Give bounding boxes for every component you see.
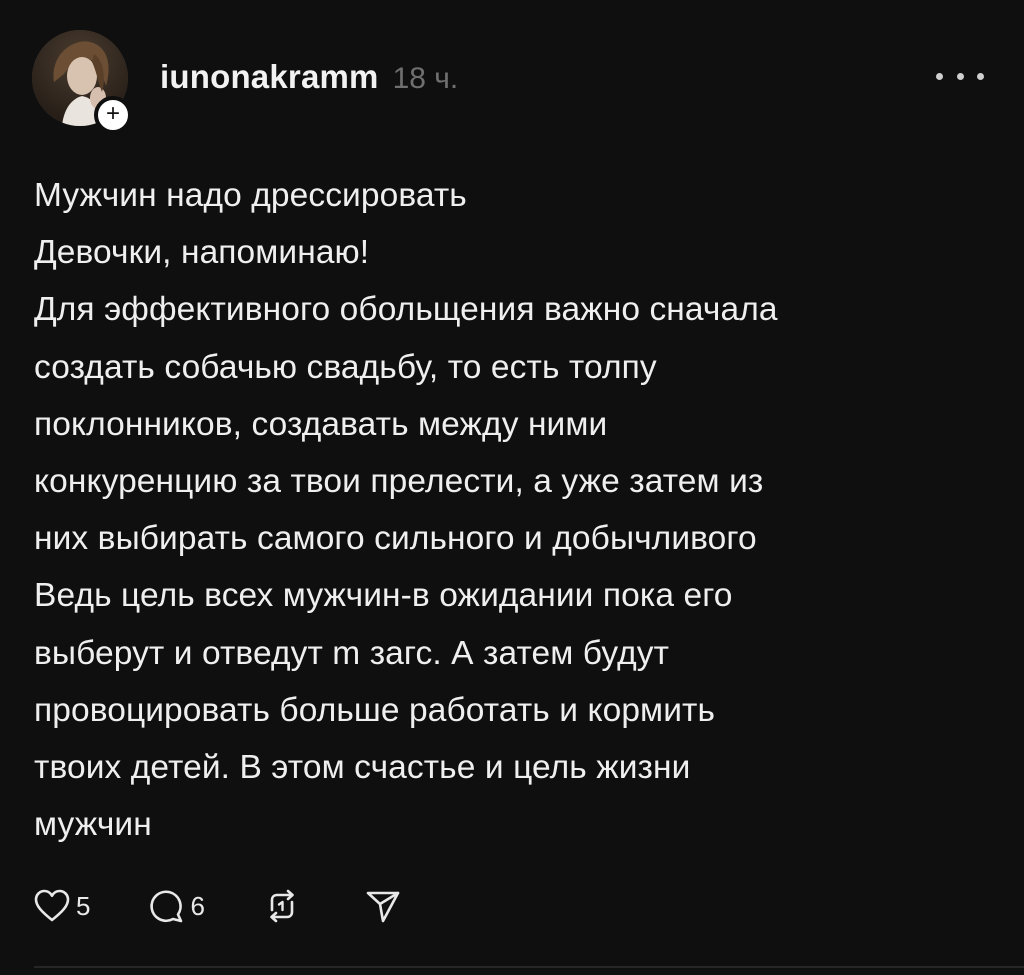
repost-button[interactable] [263,888,301,924]
plus-icon: + [105,100,120,127]
share-icon [366,891,400,923]
post-text-line: создать собачью свадьбу, то есть толпу [34,348,657,386]
post-text-line: Для эффективного обольщения важно сначал… [34,291,778,329]
repost-icon [270,889,294,923]
author-username[interactable]: iunonakramm [160,58,379,96]
post-divider [34,966,1024,968]
post-text-line: конкуренцию за твои прелести, а уже зате… [34,463,764,501]
like-count: 5 [76,890,91,921]
follow-plus-button[interactable]: + [94,96,132,134]
post-timestamp: 18 ч. [392,62,459,95]
like-button[interactable]: 5 [34,889,90,923]
more-options-button[interactable] [936,64,984,88]
post-text-line: Ведь цель всех мужчин-в ожидании пока ег… [34,577,733,615]
reply-button[interactable]: 6 [148,888,205,924]
thread-post: + iunonakramm 18 ч. Мужчин надо дрессиро… [0,0,1024,975]
post-actions: 5 6 [34,884,401,928]
more-icon-dot [977,72,984,80]
post-text-line: них выбирать самого сильного и добычливо… [34,520,757,558]
post-text-line: мужчин [34,806,152,844]
comment-icon [150,890,183,923]
post-text-line: выберут и отведут m загс. А затем будут [34,634,670,672]
more-icon-dot [936,72,943,80]
author-avatar-group[interactable]: + [32,30,132,134]
heart-icon [34,889,70,922]
post-text-line: провоцировать больше работать и кормить [34,691,715,729]
reply-count: 6 [190,890,205,921]
share-button[interactable] [365,888,401,924]
post-text-line: поклонников, создавать между ними [34,405,608,443]
post-text-line: Мужчин надо дрессировать [34,177,467,214]
post-text-line: твоих детей. В этом счастье и цель жизни [34,749,691,787]
post-body: Мужчин надо дрессировать Девочки, напоми… [34,167,994,853]
post-header: iunonakramm 18 ч. [160,58,458,98]
more-icon-dot [956,72,964,80]
post-text-line: Девочки, напоминаю! [34,234,370,272]
